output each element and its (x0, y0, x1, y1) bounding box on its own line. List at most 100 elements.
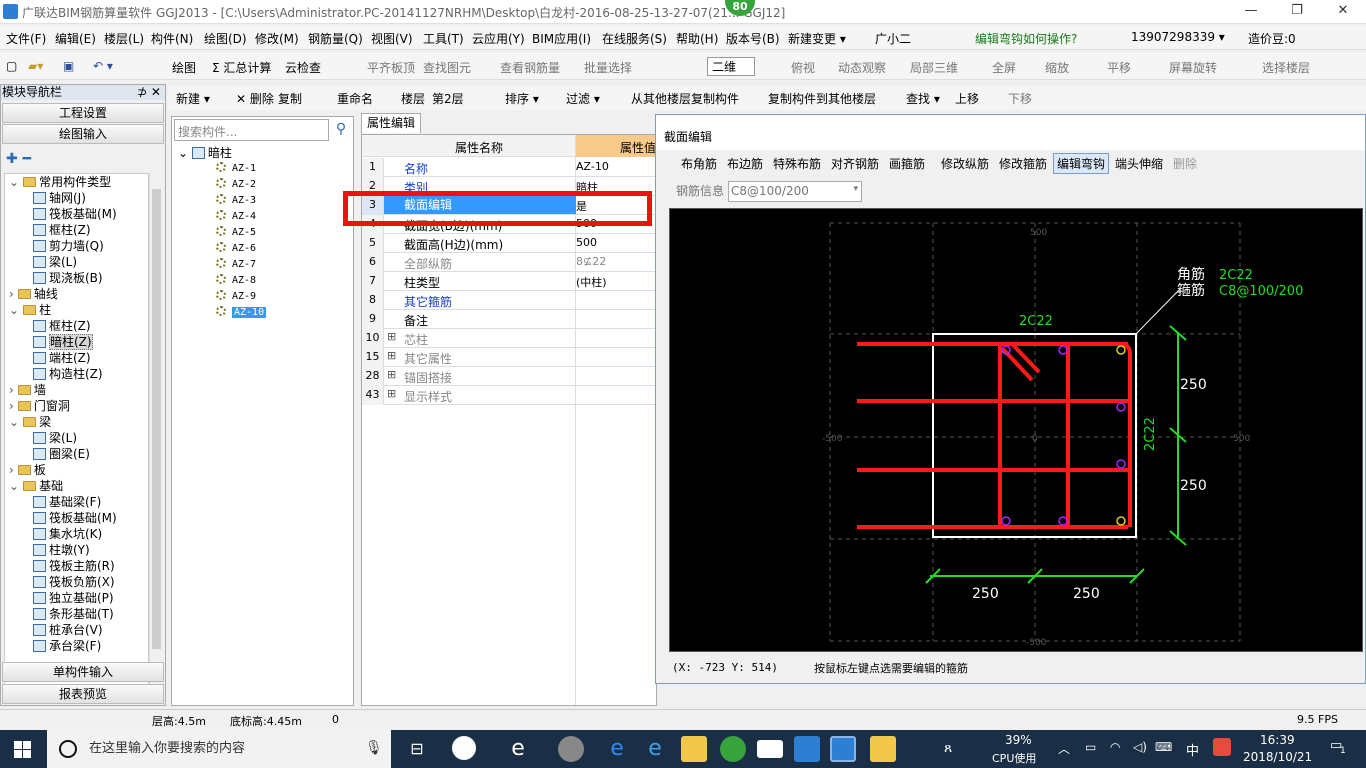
ggj-app-icon[interactable] (830, 736, 856, 762)
tree-node[interactable]: 现浇板(B) (33, 270, 103, 286)
menu-version[interactable]: 版本号(B) (726, 30, 780, 47)
close-button[interactable]: ✕ (1320, 0, 1366, 24)
new-component-button[interactable]: 新建 ▾ (176, 90, 210, 107)
menu-file[interactable]: 文件(F) (6, 30, 46, 47)
guangxiaoer-button[interactable]: 广小二 (875, 30, 911, 47)
dialog-btn-1[interactable]: 布边筋 (727, 155, 763, 172)
network-icon[interactable]: ▭ (1085, 740, 1096, 754)
undo-icon[interactable]: ↶ ▾ (93, 59, 113, 73)
floor-select[interactable]: 第2层 (432, 90, 464, 107)
tree-node[interactable]: 暗柱(Z) (33, 334, 93, 350)
search-icon[interactable]: ⚲ (330, 119, 352, 141)
property-row[interactable]: 6 全部纵筋 8⊈22 (362, 253, 656, 272)
file-explorer-icon[interactable] (681, 736, 707, 762)
menu-draw[interactable]: 绘图(D) (204, 30, 247, 47)
tree-node[interactable]: › 轴线 (9, 286, 58, 302)
menu-online[interactable]: 在线服务(S) (602, 30, 667, 47)
ime-indicator[interactable]: 中 (1186, 740, 1199, 759)
rotate-screen-button[interactable]: 屏幕旋转 (1169, 59, 1217, 76)
tree-node[interactable]: 筏板主筋(R) (33, 558, 115, 574)
tree-node[interactable]: › 板 (9, 462, 46, 478)
property-row[interactable]: 7 柱类型 (中柱) (362, 272, 656, 291)
collapsed-chevron-icon[interactable]: › (9, 287, 14, 301)
project-setup-button[interactable]: 工程设置 (2, 103, 164, 123)
move-down-button[interactable]: 下移 (1008, 90, 1032, 107)
pan-button[interactable]: 平移 (1107, 59, 1131, 76)
cost-beans[interactable]: 造价豆:0 (1248, 30, 1296, 47)
align-slab-top-button[interactable]: 平齐板顶 (367, 59, 415, 76)
rebar-info-select[interactable]: C8@100/200 ▾ (728, 181, 862, 202)
expanded-chevron-icon[interactable]: ⌄ (9, 175, 19, 189)
clock-time[interactable]: 16:39 (1260, 733, 1295, 747)
dialog-btn-5[interactable]: 修改纵筋 (941, 155, 989, 172)
fan-app-icon[interactable] (452, 736, 476, 760)
find-button[interactable]: 查找 ▾ (906, 90, 940, 107)
tree-node[interactable]: 端柱(Z) (33, 350, 91, 366)
save-icon[interactable]: ▣ (63, 59, 74, 73)
top-view-button[interactable]: 俯视 (791, 59, 815, 76)
component-item[interactable]: AZ-5 (216, 225, 256, 241)
expand-plus-icon[interactable]: ⊞ (387, 330, 396, 343)
report-preview-button[interactable]: 报表预览 (2, 684, 164, 704)
section-drawing[interactable]: 500 -500 500 -500 0 角筋 2C22 箍筋 C8@100/20… (670, 209, 1364, 653)
tree-node[interactable]: 剪力墙(Q) (33, 238, 104, 254)
tray-chevron-icon[interactable]: ︿ (1058, 740, 1070, 757)
zoom-button[interactable]: 缩放 (1045, 59, 1069, 76)
clock-date[interactable]: 2018/10/21 (1243, 750, 1312, 764)
tree-node[interactable]: 框柱(Z) (33, 318, 91, 334)
tree-node[interactable]: 独立基础(P) (33, 590, 114, 606)
tree-node[interactable]: 梁(L) (33, 254, 77, 270)
glodon-icon[interactable] (794, 736, 820, 762)
dialog-btn-0[interactable]: 布角筋 (681, 155, 717, 172)
component-item[interactable]: AZ-7 (216, 257, 256, 273)
ie2-icon[interactable]: e (642, 736, 668, 762)
tree-node[interactable]: 桩承台(V) (33, 622, 103, 638)
people-icon[interactable]: ጸ (944, 740, 952, 756)
new-file-icon[interactable]: ▢ (6, 59, 17, 73)
dialog-btn-7[interactable]: 编辑弯钩 (1053, 153, 1110, 174)
browser-icon[interactable] (558, 736, 584, 762)
menu-tools[interactable]: 工具(T) (423, 30, 464, 47)
expand-collapse-icon[interactable]: ✚ ━ (6, 151, 31, 167)
tree-node[interactable]: 构造柱(Z) (33, 366, 103, 382)
dialog-btn-4[interactable]: 画箍筋 (889, 155, 925, 172)
component-item[interactable]: AZ-3 (216, 193, 256, 209)
tree-node[interactable]: › 墙 (9, 382, 46, 398)
property-row[interactable]: 9 备注 (362, 310, 656, 329)
tree-node[interactable]: 集水坑(K) (33, 526, 102, 542)
dialog-btn-3[interactable]: 对齐钢筋 (831, 155, 879, 172)
user-account-button[interactable]: 13907298339 ▾ (1131, 30, 1225, 44)
tree-node[interactable]: ⌄ 梁 (9, 414, 51, 430)
dynamic-view-button[interactable]: 动态观察 (838, 59, 886, 76)
maximize-button[interactable]: ❐ (1274, 0, 1320, 24)
copy-to-floor-button[interactable]: 复制构件到其他楼层 (768, 90, 876, 107)
tree-node[interactable]: 筏板基础(M) (33, 206, 117, 222)
move-up-button[interactable]: 上移 (955, 90, 979, 107)
tree-node[interactable]: ⌄ 常用构件类型 (9, 174, 111, 190)
task-view-icon[interactable]: ⊟ (404, 736, 430, 762)
tree-scrollbar[interactable] (149, 173, 163, 685)
mail-icon[interactable] (757, 740, 783, 758)
wifi-icon[interactable]: ◠ (1110, 740, 1120, 754)
property-row[interactable]: 43 ⊞ 显示样式 (362, 386, 656, 405)
help-question-link[interactable]: 编辑弯钩如何操作? (975, 30, 1077, 47)
sort-button[interactable]: 排序 ▾ (505, 90, 539, 107)
stirrup-right[interactable] (1119, 342, 1132, 527)
property-row[interactable]: 1 名称 AZ-10 (362, 158, 656, 177)
tree-node[interactable]: 圈梁(E) (33, 446, 90, 462)
property-value[interactable]: AZ-10 (576, 160, 609, 173)
keyboard-icon[interactable]: ⌨ (1155, 740, 1172, 754)
menu-bim[interactable]: BIM应用(I) (532, 30, 591, 47)
sogou-icon[interactable] (1213, 738, 1231, 756)
dialog-btn-9[interactable]: 删除 (1173, 155, 1197, 172)
draw-input-button[interactable]: 绘图输入 (2, 124, 164, 144)
minimize-button[interactable]: — (1228, 0, 1274, 24)
component-root[interactable]: ⌄ 暗柱 (178, 145, 232, 161)
tree-node[interactable]: 承台梁(F) (33, 638, 101, 654)
menu-rebar-qty[interactable]: 钢筋量(Q) (308, 30, 363, 47)
tree-node[interactable]: 轴网(J) (33, 190, 86, 206)
copy-from-floor-button[interactable]: 从其他楼层复制构件 (631, 90, 739, 107)
menu-view[interactable]: 视图(V) (371, 30, 413, 47)
menu-modify[interactable]: 修改(M) (255, 30, 299, 47)
tab-property-edit[interactable]: 属性编辑 (361, 113, 421, 133)
